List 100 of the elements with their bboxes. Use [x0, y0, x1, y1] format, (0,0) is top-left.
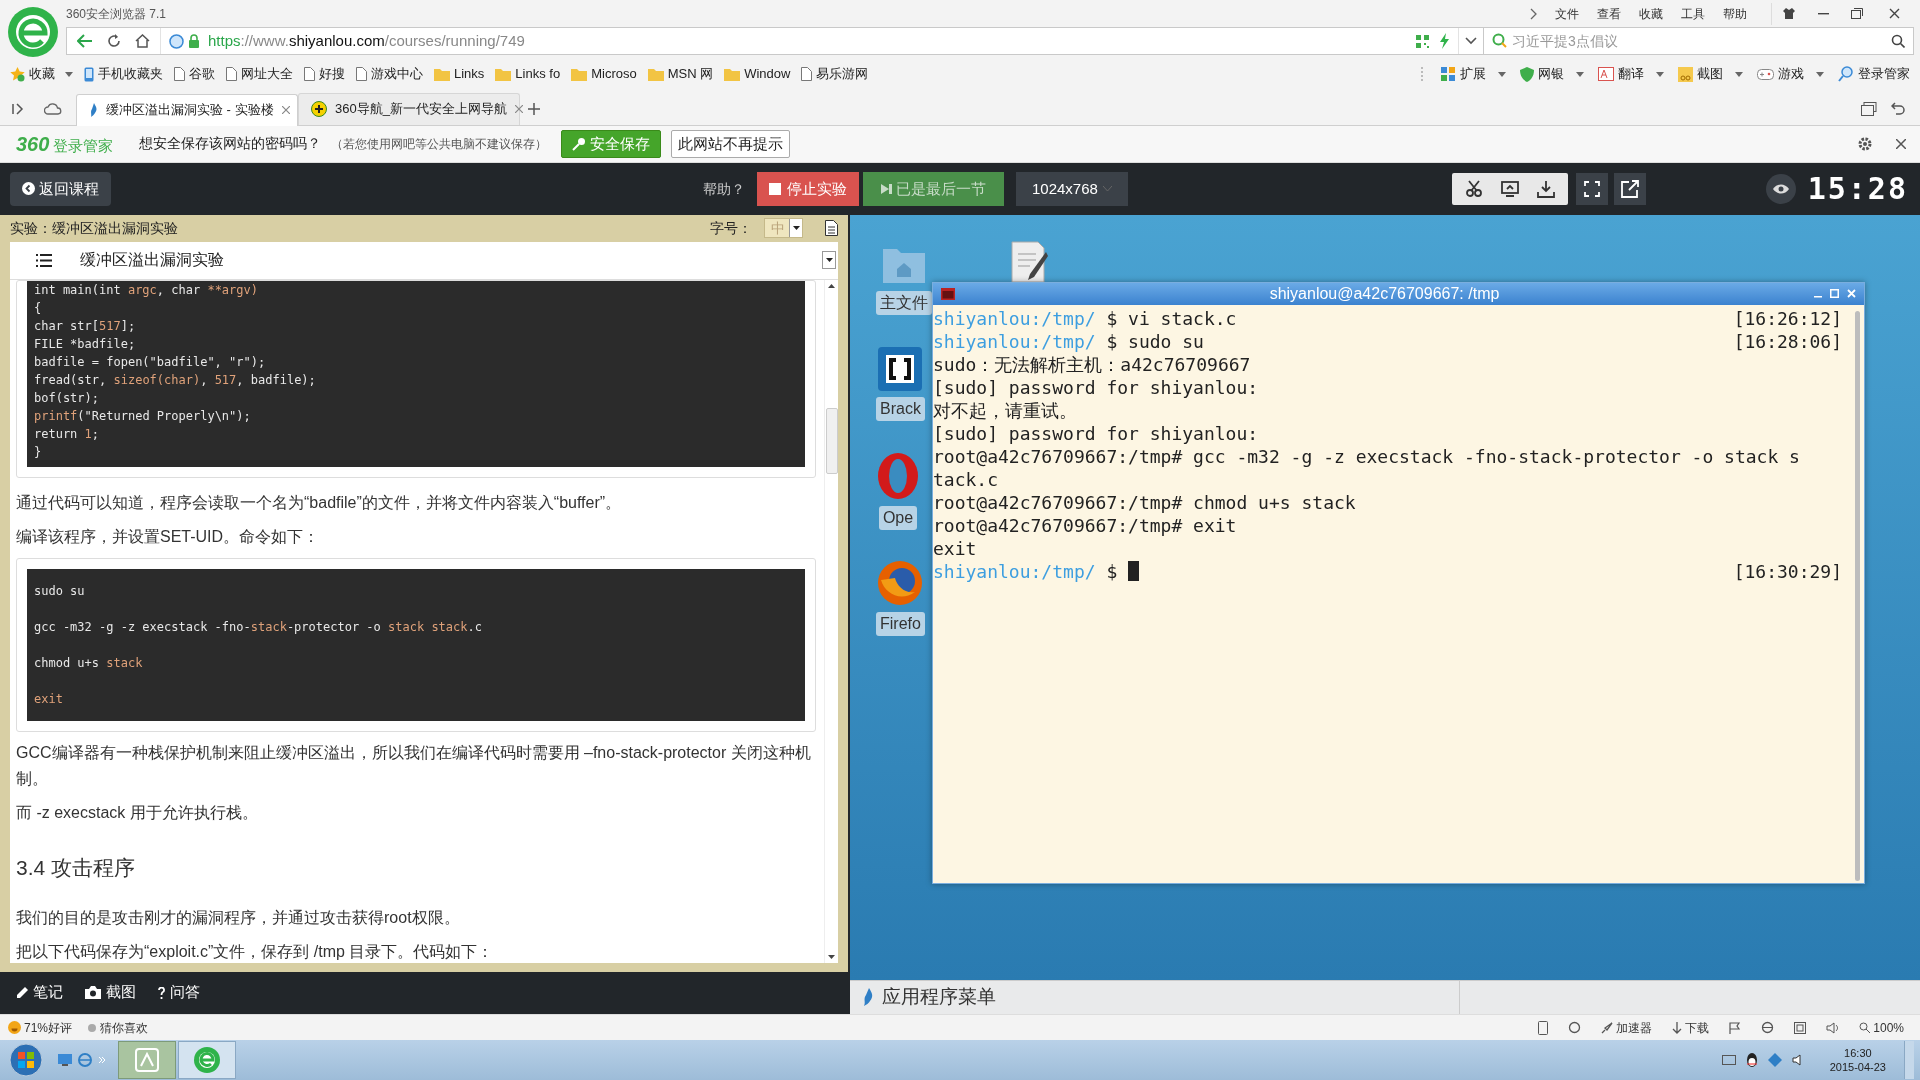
speaker-icon[interactable] — [1826, 1021, 1840, 1034]
bookmark-item[interactable]: 收藏 — [10, 64, 73, 84]
phone-icon[interactable] — [1538, 1020, 1549, 1035]
back-icon[interactable] — [77, 34, 93, 48]
desktop-icon-label[interactable]: Brack — [876, 396, 925, 421]
document-icon[interactable] — [825, 220, 838, 237]
maximize-icon[interactable] — [1830, 289, 1839, 299]
page-icon — [801, 67, 813, 81]
toolbar-item[interactable]: 扩展 — [1441, 64, 1506, 84]
refresh-icon[interactable] — [107, 34, 121, 48]
shield-icon — [1520, 66, 1534, 82]
bookmark-item[interactable]: 好搜 — [304, 64, 345, 84]
text-editor-icon[interactable] — [1010, 239, 1048, 284]
sidebar-toggle-icon[interactable] — [12, 102, 24, 115]
terminal-line: root@a42c76709667:/tmp# gcc -m32 -g -z execstack -fno-stack-protector -o stack s — [933, 444, 1800, 468]
tool-button[interactable]: 问答 — [158, 981, 200, 1004]
section-dropdown[interactable] — [822, 251, 836, 270]
penguin-icon[interactable] — [1745, 1053, 1758, 1068]
search-bar[interactable]: 习近平提3点倡议 — [1484, 27, 1914, 55]
bookmark-item[interactable]: MSN 网 — [647, 64, 714, 84]
cloud-icon[interactable] — [44, 102, 62, 115]
bookmark-item[interactable]: 游戏中心 — [356, 64, 423, 84]
bookmark-item[interactable]: 手机收藏夹 — [84, 64, 163, 84]
menu-item[interactable]: 工具 — [1681, 4, 1705, 23]
help-link[interactable]: 帮助？ — [703, 180, 745, 197]
settings-icon[interactable] — [1858, 136, 1872, 151]
browser-logo-icon[interactable] — [7, 6, 59, 58]
taskbar-app-button[interactable] — [118, 1041, 176, 1080]
paragraph: GCC编译器有一种栈保护机制来阻止缓冲区溢出，所以我们在编译代码时需要用 –fno-stack-protector 关闭这种机制。 — [16, 742, 812, 789]
search-icon[interactable] — [1891, 34, 1905, 48]
address-bar[interactable]: https://www.shiyanlou.com/courses/running/749 — [66, 27, 1484, 55]
never-remind-button[interactable]: 此网站不再提示 — [671, 129, 791, 158]
tab-list-icon[interactable] — [1861, 101, 1877, 116]
view-button[interactable] — [1765, 173, 1796, 204]
close-tab-icon[interactable] — [514, 105, 523, 114]
zoom-button[interactable]: 100% — [1859, 1018, 1904, 1037]
menu-item[interactable]: 帮助 — [1723, 4, 1747, 23]
desktop-icon-label[interactable]: 主文件 — [876, 290, 932, 315]
bookmark-item[interactable]: 易乐游网 — [801, 64, 869, 84]
tool-button[interactable]: 截图 — [85, 981, 136, 1004]
bookmark-item[interactable]: Window — [724, 64, 791, 84]
scroll-thumb[interactable] — [825, 408, 838, 475]
tool-button[interactable]: 笔记 — [16, 981, 63, 1004]
app-icon — [133, 1046, 161, 1075]
back-to-course-button[interactable]: 返回课程 — [10, 171, 111, 206]
close-tab-icon[interactable] — [281, 106, 290, 115]
browser-tab[interactable]: 360导航_新一代安全上网导航 — [298, 92, 520, 125]
stop-lab-button[interactable]: 停止实验 — [757, 171, 859, 206]
bookmark-item[interactable]: Links fo — [495, 64, 561, 84]
recommend-item[interactable]: 猜你喜欢 — [88, 1018, 149, 1037]
desktop-icon-label[interactable]: Ope — [878, 505, 918, 530]
network-icon[interactable] — [1767, 1053, 1782, 1068]
fullscreen-button[interactable] — [1575, 172, 1608, 205]
bookmark-item[interactable]: 网址大全 — [226, 64, 293, 84]
chevron-right-icon[interactable] — [1529, 7, 1537, 20]
clock[interactable]: 16:30 2015-04-23 — [1829, 1046, 1886, 1075]
toolbar-item[interactable]: 截图 — [1678, 64, 1743, 84]
refresh-icon[interactable] — [1568, 1021, 1582, 1035]
dropdown-chevron-icon[interactable] — [1465, 37, 1477, 45]
bookmark-item[interactable]: Microso — [571, 64, 637, 84]
ie-icon[interactable] — [1761, 1021, 1775, 1035]
bookmark-item[interactable]: 谷歌 — [174, 64, 215, 84]
toolbar-item[interactable]: 游戏 — [1757, 64, 1824, 84]
qr-code-icon[interactable] — [1416, 34, 1429, 48]
caret-icon — [792, 226, 800, 231]
rating-item[interactable]: 71%好评 — [8, 1018, 73, 1037]
window-icon[interactable] — [1794, 1021, 1807, 1034]
keyboard-icon[interactable] — [1721, 1055, 1736, 1066]
download-button[interactable]: 下载 — [1672, 1018, 1710, 1037]
bookmark-item[interactable]: Links — [434, 64, 485, 84]
search-input[interactable]: 习近平提3点倡议 — [1512, 30, 1887, 52]
code-line: char str[517]; — [34, 317, 137, 335]
undo-icon[interactable] — [1891, 102, 1906, 116]
toolbar-item[interactable]: 网银 — [1520, 64, 1584, 84]
scroll-up-icon[interactable] — [828, 283, 835, 288]
toolbar-item[interactable]: 登录管家 — [1838, 64, 1910, 84]
code-line: exit — [34, 690, 64, 708]
home-icon[interactable] — [135, 34, 150, 48]
terminal-window[interactable] — [932, 281, 1865, 884]
list-icon[interactable] — [36, 253, 52, 267]
question-icon — [158, 986, 165, 999]
terminal-line: tack.c — [933, 467, 999, 491]
resolution-select[interactable]: 1024x768 — [1016, 171, 1128, 206]
close-icon[interactable] — [1896, 138, 1906, 149]
open-external-button[interactable] — [1613, 172, 1646, 205]
accelerator-button[interactable]: 加速器 — [1601, 1018, 1653, 1037]
scrollbar[interactable] — [1854, 310, 1860, 881]
desktop-icon-label[interactable]: Firefo — [876, 611, 925, 636]
flag-icon[interactable] — [1729, 1021, 1742, 1034]
lightning-icon[interactable] — [1439, 33, 1450, 49]
browser-tab[interactable]: 缓冲区溢出漏洞实验 - 实验楼 — [76, 93, 298, 126]
menu-item[interactable]: 查看 — [1597, 4, 1621, 23]
menu-item[interactable]: 文件 — [1555, 4, 1579, 23]
toolbar-item[interactable]: 翻译 — [1598, 64, 1664, 84]
smiley-icon — [8, 1021, 21, 1035]
start-button[interactable] — [6, 1041, 46, 1080]
terminal-icon — [941, 287, 955, 300]
menu-item[interactable]: 收藏 — [1639, 4, 1663, 23]
pencil-icon — [16, 986, 28, 999]
url-text[interactable]: https://www.shiyanlou.com/courses/running/749 — [208, 29, 525, 53]
